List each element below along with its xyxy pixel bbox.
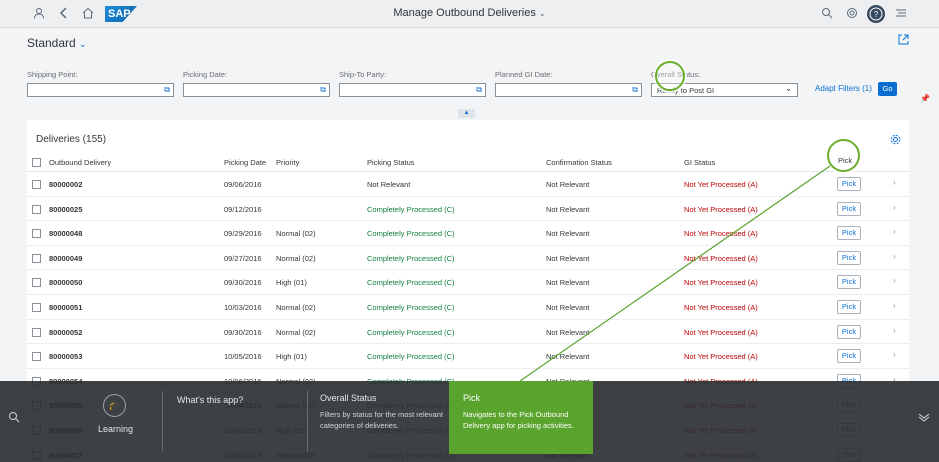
divider: [307, 391, 308, 451]
whats-this-app-link[interactable]: What's this app?: [177, 395, 243, 405]
card-body: Filters by status for the most relevant …: [320, 410, 443, 430]
search-icon[interactable]: [8, 411, 20, 426]
divider: [162, 391, 163, 451]
card-title: Overall Status: [320, 393, 377, 403]
card-title: Pick: [463, 393, 481, 403]
learning-panel: 🎓 Learning What's this app? Overall Stat…: [0, 381, 939, 462]
card-body: Navigates to the Pick Outbound Delivery …: [463, 410, 574, 430]
graduation-cap-icon[interactable]: 🎓: [103, 394, 126, 417]
learning-label[interactable]: Learning: [98, 424, 133, 434]
card-pick[interactable]: Pick Navigates to the Pick Outbound Deli…: [449, 381, 593, 454]
collapse-chevron-icon[interactable]: [918, 411, 930, 426]
